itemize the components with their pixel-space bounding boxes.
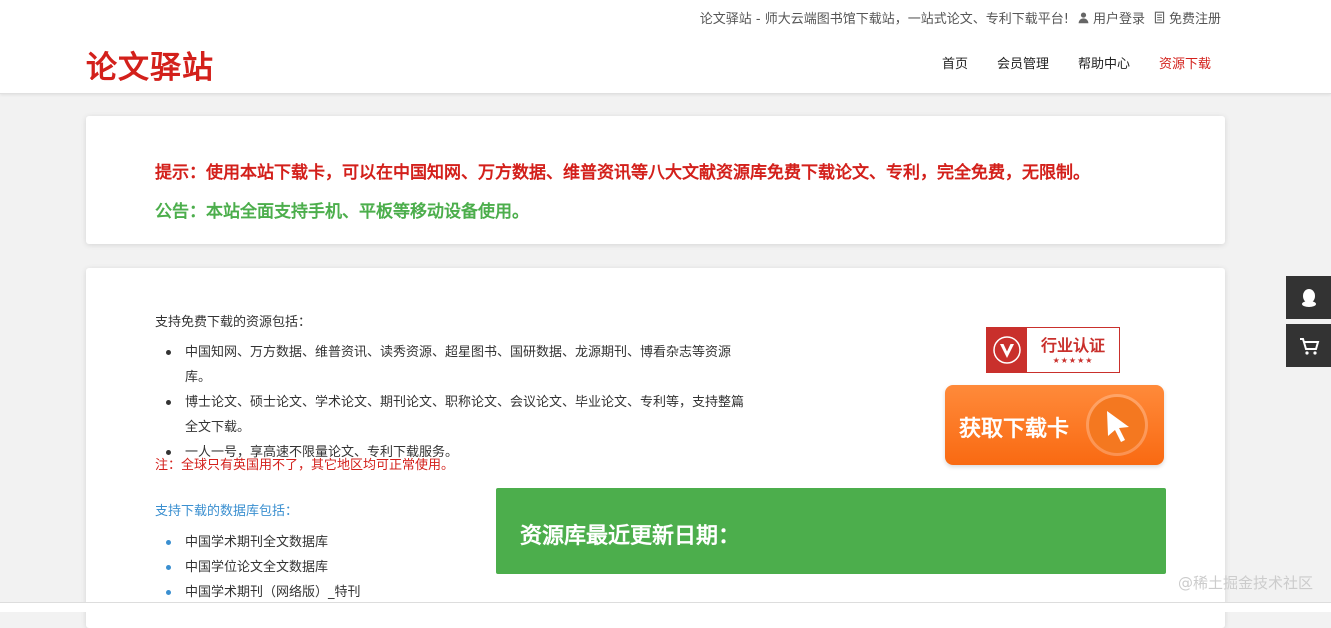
top-bar: 论文驿站 - 师大云端图书馆下载站，一站式论文、专利下载平台! 用户登录 免费注… xyxy=(700,8,1221,27)
database-list: 中国学术期刊全文数据库 中国学位论文全文数据库 中国学术期刊（网络版）_特刊 xyxy=(155,530,361,605)
nav-item-home[interactable]: 首页 xyxy=(942,53,968,72)
site-header: 论文驿站 - 师大云端图书馆下载站，一站式论文、专利下载平台! 用户登录 免费注… xyxy=(0,0,1331,94)
site-logo[interactable]: 论文驿站 xyxy=(86,42,214,87)
resources-heading: 支持免费下载的资源包括： xyxy=(155,315,312,330)
nav-item-download[interactable]: 资源下载 xyxy=(1159,53,1211,72)
login-link[interactable]: 用户登录 xyxy=(1077,8,1145,27)
main-nav: 首页 会员管理 帮助中心 资源下载 xyxy=(942,53,1211,72)
v-badge-icon xyxy=(987,328,1027,372)
cert-stars: ★★★★★ xyxy=(1052,355,1094,365)
resources-list: 中国知网、万方数据、维普资讯、读秀资源、超星图书、国研数据、龙源期刊、博看杂志等… xyxy=(155,340,755,465)
get-card-label: 获取下载卡 xyxy=(959,417,1070,442)
list-item: 中国学位论文全文数据库 xyxy=(155,555,361,580)
document-icon xyxy=(1154,11,1165,24)
list-item: 博士论文、硕士论文、学术论文、期刊论文、职称论文、会议论文、毕业论文、专利等，支… xyxy=(155,390,755,440)
update-label: 资源库最近更新日期： xyxy=(520,524,741,549)
nav-item-member[interactable]: 会员管理 xyxy=(997,53,1049,72)
register-label: 免费注册 xyxy=(1168,12,1221,27)
site-tagline: 论文驿站 - 师大云端图书馆下载站，一站式论文、专利下载平台! xyxy=(699,12,1069,27)
cursor-icon xyxy=(1089,397,1145,453)
get-download-card-button[interactable]: 获取下载卡 xyxy=(945,385,1164,465)
user-icon xyxy=(1078,12,1089,24)
qq-icon xyxy=(1301,288,1316,307)
login-label: 用户登录 xyxy=(1092,12,1145,27)
qq-contact-button[interactable] xyxy=(1286,276,1331,319)
list-item: 中国学术期刊全文数据库 xyxy=(155,530,361,555)
register-link[interactable]: 免费注册 xyxy=(1153,8,1221,27)
region-note: 注：全球只有英国用不了，其它地区均可正常使用。 xyxy=(155,458,455,473)
tip-text: 提示：使用本站下载卡，可以在中国知网、万方数据、维普资讯等八大文献资源库免费下载… xyxy=(155,163,1090,183)
industry-certification-badge: 行业认证 ★★★★★ xyxy=(986,327,1120,373)
watermark: @稀土掘金技术社区 xyxy=(1177,574,1313,592)
cart-button[interactable] xyxy=(1286,324,1331,367)
list-item: 中国知网、万方数据、维普资讯、读秀资源、超星图书、国研数据、龙源期刊、博看杂志等… xyxy=(155,340,755,390)
database-heading: 支持下载的数据库包括： xyxy=(155,504,299,519)
update-date-banner: 资源库最近更新日期： xyxy=(496,488,1166,574)
cert-title: 行业认证 xyxy=(1040,335,1105,355)
cart-icon xyxy=(1299,337,1319,355)
nav-item-help[interactable]: 帮助中心 xyxy=(1078,53,1130,72)
notice-card: 提示：使用本站下载卡，可以在中国知网、万方数据、维普资讯等八大文献资源库免费下载… xyxy=(86,116,1225,244)
announcement-text: 公告：本站全面支持手机、平板等移动设备使用。 xyxy=(155,202,529,222)
